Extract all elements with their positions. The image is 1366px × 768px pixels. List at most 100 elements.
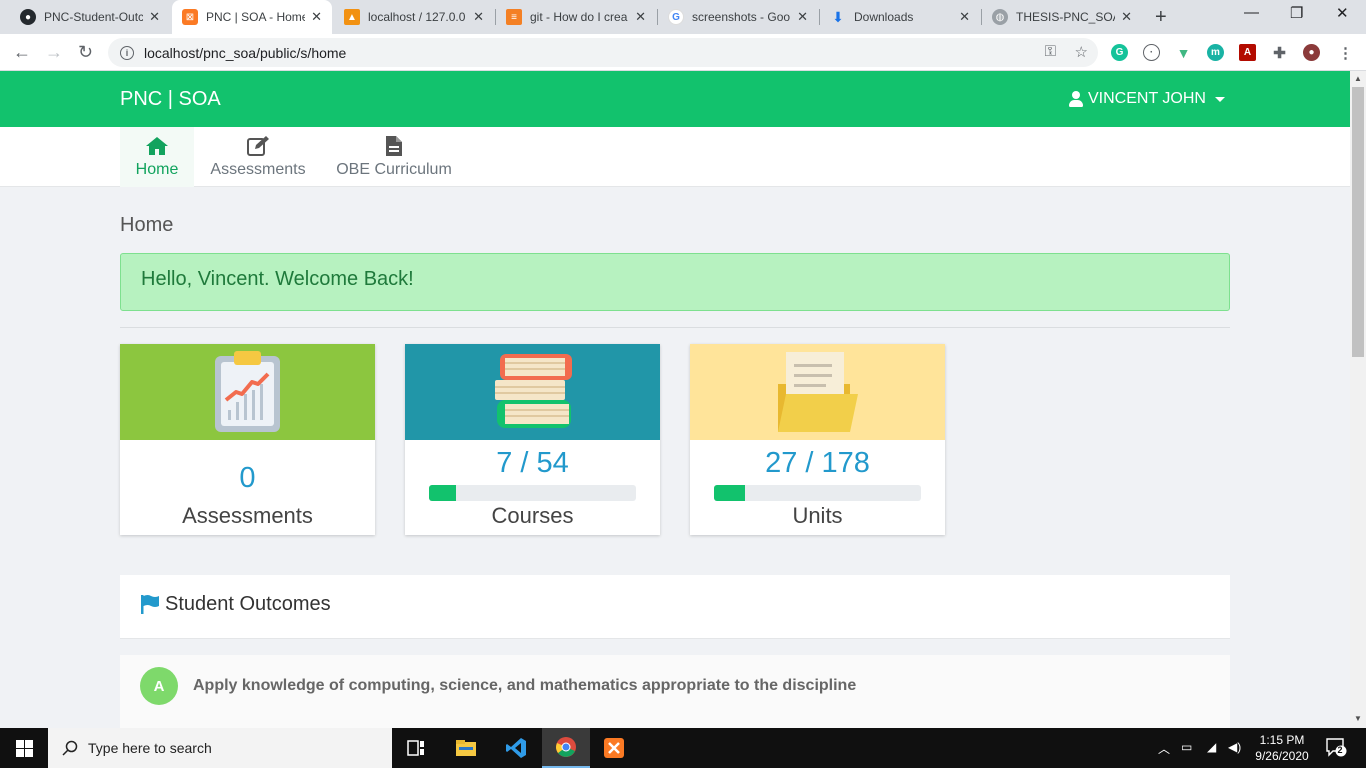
nav-label: OBE Curriculum	[336, 161, 452, 178]
nav-home[interactable]: Home	[120, 127, 194, 187]
brand-logo[interactable]: PNC | SOA	[120, 88, 221, 111]
page-scrollbar[interactable]: ▲ ▼	[1350, 71, 1366, 728]
folder-icon	[778, 352, 858, 432]
close-icon[interactable]: ✕	[797, 9, 808, 25]
battery-icon[interactable]: ▭	[1181, 740, 1192, 754]
close-icon[interactable]: ✕	[473, 9, 484, 25]
bookmark-star-icon[interactable]: ☆	[1075, 43, 1088, 61]
browser-tab[interactable]: ◍ THESIS-PNC_SOA- ✕	[982, 0, 1142, 34]
nav-label: Assessments	[210, 161, 306, 178]
courses-progress-bar	[429, 485, 636, 501]
browser-tab[interactable]: G screenshots - Goo ✕	[658, 0, 818, 34]
address-bar: ← → ↻ i localhost/pnc_soa/public/s/home …	[0, 34, 1366, 71]
tab-label: git - How do I crea	[530, 10, 628, 24]
xampp-icon: ⊠	[182, 9, 198, 25]
flag-icon	[141, 595, 159, 614]
courses-card[interactable]: 7 / 54 Courses	[405, 344, 660, 535]
tab-label: THESIS-PNC_SOA-	[1016, 10, 1116, 24]
progress-fill	[429, 485, 456, 501]
assessments-count: 0	[239, 462, 256, 494]
minimize-icon[interactable]: —	[1244, 4, 1259, 21]
tab-label: localhost / 127.0.0	[368, 10, 466, 24]
window-close-icon[interactable]: ✕	[1336, 4, 1349, 22]
user-icon	[1069, 91, 1083, 107]
nav-obe-curriculum[interactable]: OBE Curriculum	[331, 127, 457, 187]
user-name: VINCENT JOHN	[1088, 90, 1206, 107]
welcome-text: Hello, Vincent. Welcome Back!	[141, 268, 414, 290]
units-card[interactable]: 27 / 178 Units	[690, 344, 945, 535]
document-icon	[386, 136, 402, 156]
new-tab-button[interactable]: +	[1155, 6, 1167, 29]
search-icon	[62, 740, 78, 756]
welcome-alert: Hello, Vincent. Welcome Back!	[120, 253, 1230, 311]
scroll-up-icon[interactable]: ▲	[1354, 74, 1362, 83]
windows-taskbar: Type here to search ︿ ▭ ◢ ◀) 1:15 PM 9/2…	[0, 728, 1366, 768]
browser-tab[interactable]: ⬇ Downloads ✕	[820, 0, 980, 34]
file-explorer-icon[interactable]	[442, 728, 490, 768]
outcome-text: Apply knowledge of computing, science, a…	[193, 677, 857, 694]
home-icon	[146, 137, 168, 155]
taskbar-clock[interactable]: 1:15 PM 9/26/2020	[1244, 732, 1320, 764]
outcome-item[interactable]: A Apply knowledge of computing, science,…	[120, 655, 1230, 728]
download-icon: ⬇	[832, 8, 844, 25]
card-label: Assessments	[182, 503, 313, 528]
mercury-icon[interactable]: m	[1207, 44, 1224, 61]
close-icon[interactable]: ✕	[635, 9, 646, 25]
card-banner	[405, 344, 660, 440]
info-icon[interactable]: i	[120, 45, 134, 60]
units-progress-bar	[714, 485, 921, 501]
close-icon[interactable]: ✕	[1121, 9, 1132, 25]
action-center-icon[interactable]: 2	[1325, 737, 1347, 757]
card-label: Units	[792, 503, 843, 528]
assessments-card[interactable]: 0 Assessments	[120, 344, 375, 535]
main-nav: Home Assessments OBE Curriculum	[0, 127, 1350, 187]
forward-icon[interactable]: →	[45, 42, 63, 63]
tab-label: Downloads	[854, 10, 914, 24]
card-label: Courses	[491, 503, 574, 528]
task-view-icon[interactable]	[392, 728, 440, 768]
nav-label: Home	[135, 161, 179, 178]
google-icon: G	[668, 9, 684, 25]
profile-avatar[interactable]: ●	[1303, 44, 1320, 61]
taskbar-search[interactable]: Type here to search	[48, 728, 392, 768]
browser-tab[interactable]: ▲ localhost / 127.0.0 ✕	[334, 0, 494, 34]
volume-icon[interactable]: ◀)	[1228, 740, 1241, 754]
restore-icon[interactable]: ❐	[1290, 4, 1303, 22]
reload-icon[interactable]: ↻	[78, 42, 93, 63]
puzzle-icon[interactable]: ✚	[1271, 44, 1288, 62]
pdf-icon[interactable]: A	[1239, 44, 1256, 61]
card-banner	[690, 344, 945, 440]
wifi-icon[interactable]: ◢	[1207, 740, 1216, 754]
key-icon[interactable]: ⚿	[1045, 43, 1056, 60]
windows-start-icon[interactable]	[16, 740, 33, 757]
globe-icon: ◍	[992, 9, 1008, 25]
notification-count: 2	[1337, 744, 1343, 755]
tab-label: PNC-Student-Outc	[44, 10, 144, 24]
courses-count: 7 / 54	[496, 447, 569, 479]
nav-assessments[interactable]: Assessments	[205, 127, 311, 187]
close-icon[interactable]: ✕	[149, 9, 160, 25]
close-icon[interactable]: ✕	[311, 9, 322, 25]
browser-tab[interactable]: ≡ git - How do I crea ✕	[496, 0, 656, 34]
grammarly-icon[interactable]: G	[1111, 44, 1128, 61]
chrome-icon[interactable]	[542, 728, 590, 768]
browser-tab[interactable]: ● PNC-Student-Outc ✕	[10, 0, 170, 34]
close-icon[interactable]: ✕	[959, 9, 970, 25]
back-icon[interactable]: ←	[13, 42, 31, 63]
vue-devtools-icon[interactable]: ▼	[1175, 44, 1192, 61]
outcome-badge: A	[140, 667, 178, 705]
scroll-down-icon[interactable]: ▼	[1354, 714, 1362, 723]
menu-kebab-icon[interactable]: ⋮	[1337, 44, 1354, 62]
vscode-icon[interactable]	[492, 728, 540, 768]
clipboard-chart-icon	[215, 351, 280, 432]
url-field[interactable]: i localhost/pnc_soa/public/s/home ⚿ ☆	[108, 38, 1098, 67]
books-icon	[495, 354, 572, 428]
browser-tab-active[interactable]: ⊠ PNC | SOA - Home ✕	[172, 0, 332, 34]
scroll-thumb[interactable]	[1352, 87, 1364, 357]
tray-chevron-icon[interactable]: ︿	[1158, 740, 1170, 757]
xampp-taskbar-icon[interactable]	[590, 728, 638, 768]
user-menu[interactable]: VINCENT JOHN	[1069, 90, 1225, 108]
stackoverflow-icon: ≡	[506, 9, 522, 25]
search-placeholder: Type here to search	[88, 740, 212, 756]
extension-icon[interactable]: ·	[1143, 44, 1160, 61]
